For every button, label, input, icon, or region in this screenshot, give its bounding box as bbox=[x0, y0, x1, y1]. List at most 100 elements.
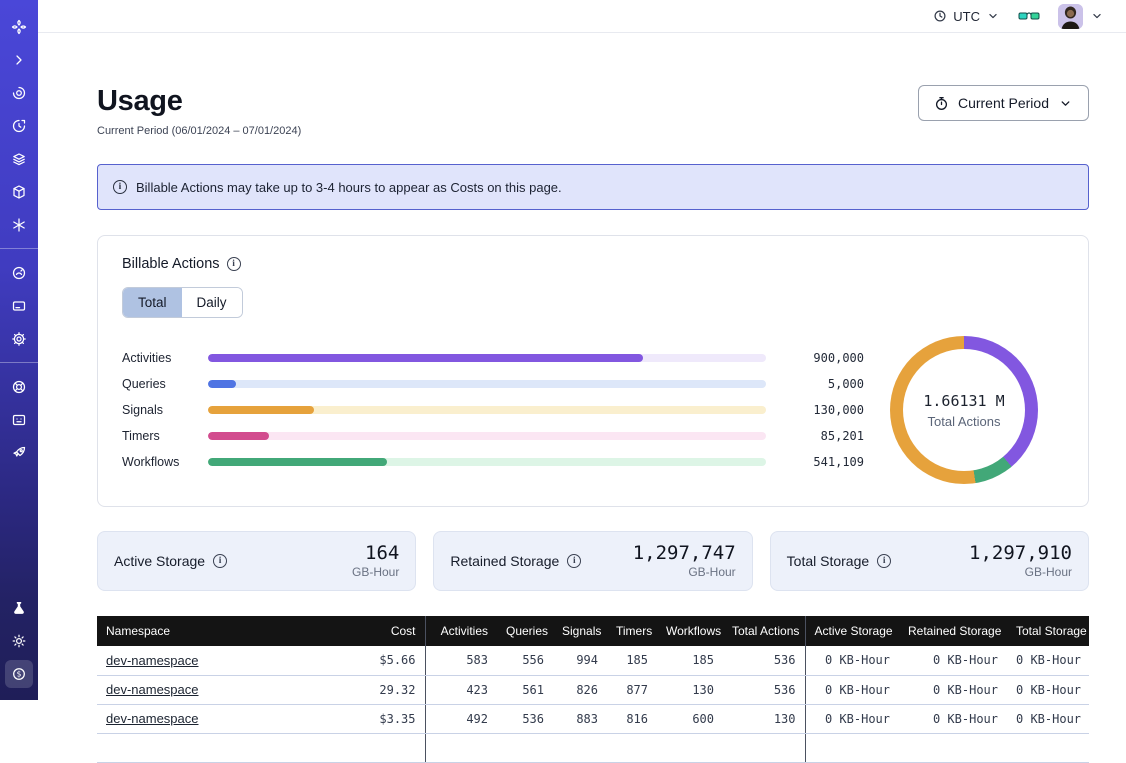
value-cell bbox=[805, 733, 899, 762]
value-cell: 0 KB-Hour bbox=[805, 646, 899, 675]
glasses-icon[interactable] bbox=[1018, 8, 1040, 24]
value-cell: 536 bbox=[723, 646, 805, 675]
column-header: Workflows bbox=[657, 616, 723, 646]
bar-label: Signals bbox=[122, 403, 192, 417]
bar-track bbox=[208, 458, 766, 466]
tab-total[interactable]: Total bbox=[123, 288, 182, 317]
usage-meter-icon[interactable] bbox=[5, 259, 33, 287]
timezone-selector[interactable]: UTC bbox=[933, 9, 1000, 24]
schedules-icon[interactable] bbox=[5, 112, 33, 140]
currency-coin-icon[interactable]: $ bbox=[5, 660, 33, 688]
value-cell: $3.35 bbox=[333, 704, 425, 733]
main-content: Usage Current Period (06/01/2024 – 07/01… bbox=[97, 33, 1089, 763]
value-cell: 185 bbox=[657, 646, 723, 675]
info-icon[interactable]: i bbox=[877, 554, 891, 568]
column-header: Total Storage bbox=[1007, 616, 1089, 646]
user-menu[interactable] bbox=[1058, 4, 1104, 29]
page-title: Usage bbox=[97, 85, 301, 118]
column-header: Retained Storage bbox=[899, 616, 1007, 646]
storage-card-label: Total Storage bbox=[787, 553, 870, 569]
storage-card: Active Storagei164GB-Hour bbox=[97, 531, 416, 591]
table-row: dev-namespace$3.354925368838166001300 KB… bbox=[97, 704, 1089, 733]
namespace-usage-table: NamespaceCostActivitiesQueriesSignalsTim… bbox=[97, 616, 1089, 763]
bar-value: 85,201 bbox=[782, 429, 864, 443]
value-cell: 130 bbox=[723, 704, 805, 733]
storage-card-label: Active Storage bbox=[114, 553, 205, 569]
avatar bbox=[1058, 4, 1083, 29]
value-cell: 556 bbox=[497, 646, 553, 675]
bar-row: Timers 85,201 bbox=[122, 423, 864, 449]
namespace-cell[interactable]: dev-namespace bbox=[97, 646, 333, 675]
period-button-label: Current Period bbox=[958, 95, 1049, 111]
billable-bars: Activities 900,000 Queries5,000Signals130,… bbox=[122, 345, 864, 475]
value-cell: 600 bbox=[657, 704, 723, 733]
namespace-link[interactable]: dev-namespace bbox=[106, 653, 199, 668]
bar-track bbox=[208, 406, 766, 414]
timezone-label: UTC bbox=[953, 9, 980, 24]
storage-card-value: 1,297,747 bbox=[633, 543, 736, 565]
column-header: Total Actions bbox=[723, 616, 805, 646]
bar-fill bbox=[208, 406, 314, 414]
column-header: Queries bbox=[497, 616, 553, 646]
namespace-link[interactable]: dev-namespace bbox=[106, 711, 199, 726]
storage-card-label: Retained Storage bbox=[450, 553, 559, 569]
bar-label: Activities bbox=[122, 351, 192, 365]
info-icon[interactable]: i bbox=[567, 554, 581, 568]
topbar: UTC bbox=[38, 0, 1126, 33]
namespace-cell bbox=[97, 733, 333, 762]
bar-row: Signals130,000 bbox=[122, 397, 864, 423]
value-cell: 0 KB-Hour bbox=[805, 704, 899, 733]
bar-fill bbox=[208, 380, 236, 388]
value-cell bbox=[497, 733, 553, 762]
support-ring-icon[interactable] bbox=[5, 373, 33, 401]
namespaces-icon[interactable] bbox=[5, 79, 33, 107]
expand-chevron-icon[interactable] bbox=[5, 46, 33, 74]
period-selector-button[interactable]: Current Period bbox=[918, 85, 1089, 121]
storage-card-unit: GB-Hour bbox=[633, 565, 736, 579]
table-row: dev-namespace$5.665835569941851855360 KB… bbox=[97, 646, 1089, 675]
value-cell bbox=[425, 733, 497, 762]
value-cell: 185 bbox=[607, 646, 657, 675]
value-cell bbox=[899, 733, 1007, 762]
info-icon[interactable]: i bbox=[227, 257, 241, 271]
bar-value: 541,109 bbox=[782, 455, 864, 469]
clock-icon bbox=[933, 9, 947, 23]
theme-sun-icon[interactable] bbox=[5, 627, 33, 655]
namespace-cell[interactable]: dev-namespace bbox=[97, 704, 333, 733]
feedback-screen-icon[interactable] bbox=[5, 406, 33, 434]
bar-label: Timers bbox=[122, 429, 192, 443]
chevron-down-icon bbox=[986, 9, 1000, 23]
billable-actions-info-banner: i Billable Actions may take up to 3-4 ho… bbox=[97, 164, 1089, 210]
value-cell: 583 bbox=[425, 646, 497, 675]
getting-started-rocket-icon[interactable] bbox=[5, 439, 33, 467]
settings-gear-icon[interactable] bbox=[5, 325, 33, 353]
bar-fill bbox=[208, 354, 643, 362]
svg-text:$: $ bbox=[17, 669, 22, 678]
value-cell bbox=[723, 733, 805, 762]
temporal-logo-icon[interactable] bbox=[5, 13, 33, 41]
value-cell: 0 KB-Hour bbox=[899, 646, 1007, 675]
table-body: dev-namespace$5.665835569941851855360 KB… bbox=[97, 646, 1089, 762]
column-header: Namespace bbox=[97, 616, 333, 646]
bar-value: 5,000 bbox=[782, 377, 864, 391]
storage-card-unit: GB-Hour bbox=[969, 565, 1072, 579]
value-cell: 536 bbox=[497, 704, 553, 733]
info-icon[interactable]: i bbox=[213, 554, 227, 568]
billable-view-tabs: TotalDaily bbox=[122, 287, 243, 318]
bar-value: 900,000 bbox=[782, 351, 864, 365]
bar-fill bbox=[208, 432, 269, 440]
bar-row: Queries5,000 bbox=[122, 371, 864, 397]
chevron-down-icon bbox=[1058, 96, 1073, 111]
layers-icon[interactable] bbox=[5, 145, 33, 173]
deployments-cube-icon[interactable] bbox=[5, 178, 33, 206]
bar-row: Activities 900,000 bbox=[122, 345, 864, 371]
lab-flask-icon[interactable] bbox=[5, 594, 33, 622]
current-period-subtitle: Current Period (06/01/2024 – 07/01/2024) bbox=[97, 125, 301, 137]
bar-track bbox=[208, 354, 766, 362]
namespace-link[interactable]: dev-namespace bbox=[106, 682, 199, 697]
tab-daily[interactable]: Daily bbox=[182, 288, 242, 317]
billing-card-icon[interactable] bbox=[5, 292, 33, 320]
column-header: Signals bbox=[553, 616, 607, 646]
nexus-asterisk-icon[interactable] bbox=[5, 211, 33, 239]
bar-track bbox=[208, 432, 766, 440]
